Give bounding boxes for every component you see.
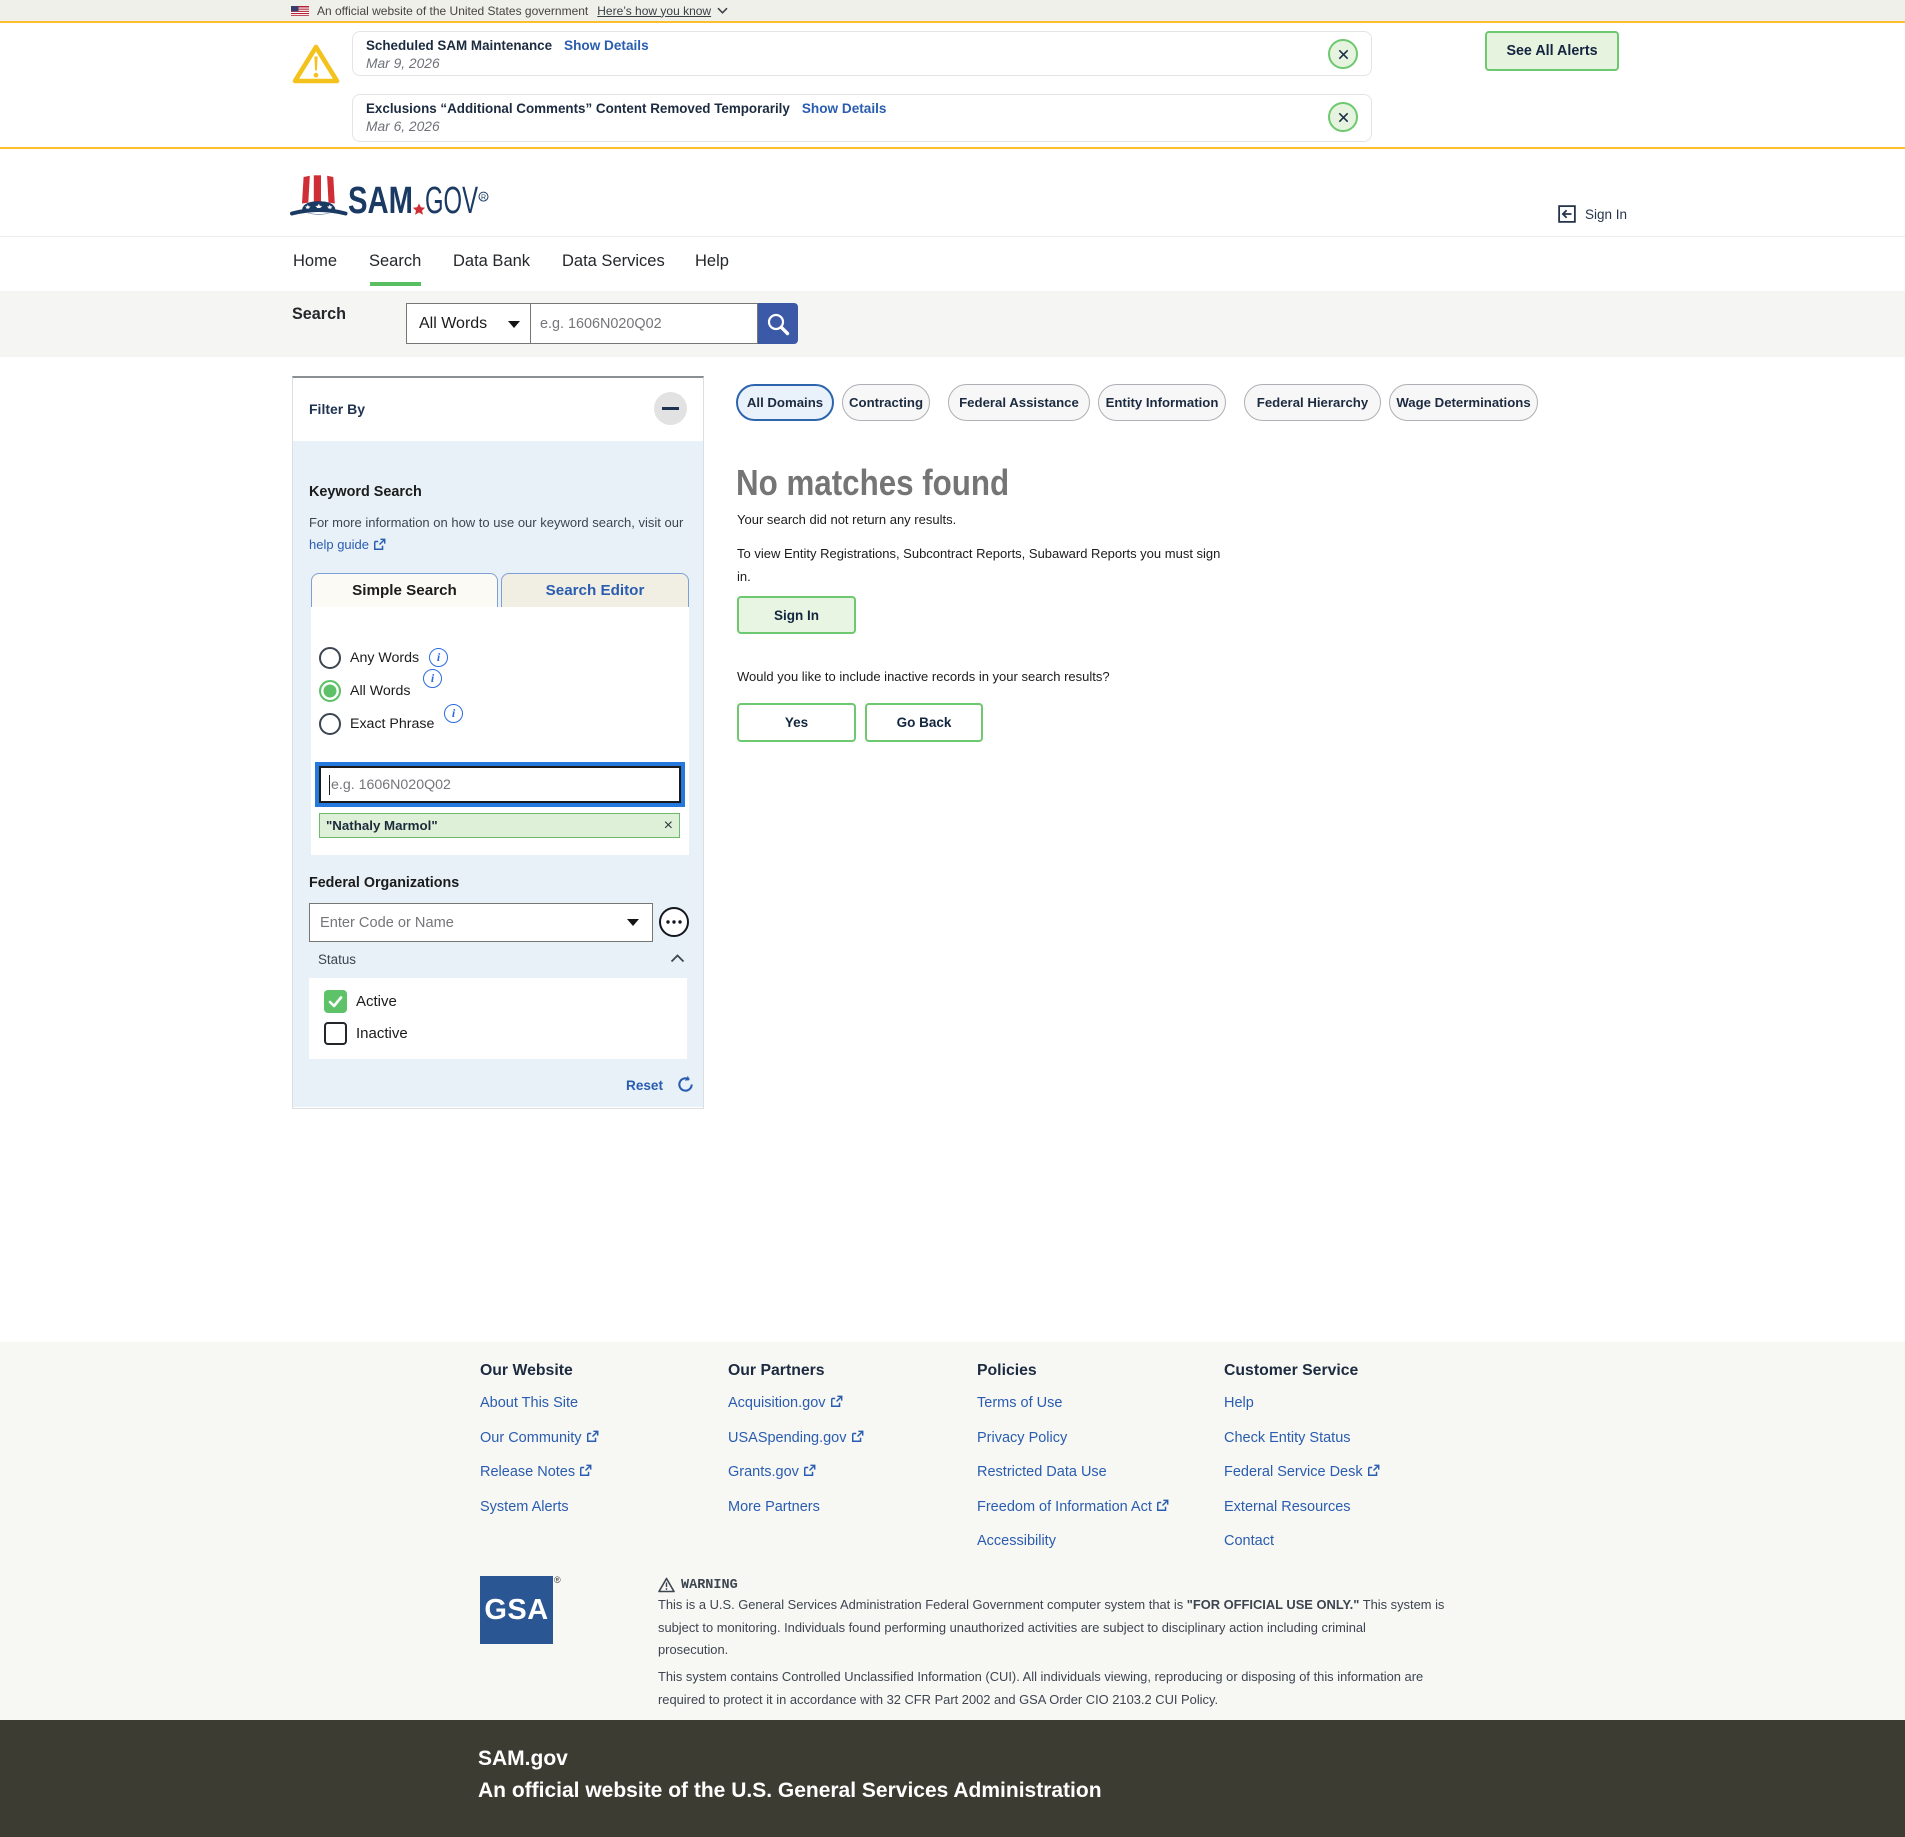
- svg-text:R: R: [481, 194, 486, 201]
- svg-text:GOV: GOV: [425, 180, 478, 220]
- svg-text:SAM: SAM: [348, 180, 413, 220]
